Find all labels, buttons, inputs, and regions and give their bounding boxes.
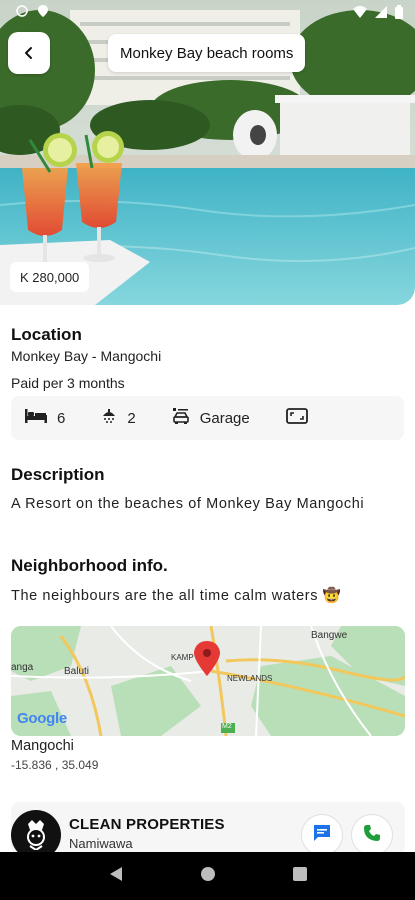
garage-icon bbox=[172, 407, 190, 429]
battery-icon bbox=[395, 5, 403, 19]
payment-period: Paid per 3 months bbox=[11, 375, 125, 391]
description-heading: Description bbox=[11, 465, 105, 484]
feature-bathrooms: 2 bbox=[101, 408, 136, 428]
neighborhood-text: The neighbours are the all time calm wat… bbox=[11, 588, 342, 604]
feature-bedrooms-value: 6 bbox=[57, 409, 66, 427]
agent-location: Namiwawa bbox=[69, 836, 133, 851]
home-nav-icon[interactable] bbox=[200, 866, 216, 887]
page-title: Monkey Bay beach rooms bbox=[108, 34, 306, 72]
feature-bathrooms-value: 2 bbox=[127, 409, 136, 427]
chevron-left-icon bbox=[22, 46, 36, 60]
map-label-anga: anga bbox=[11, 662, 34, 673]
bed-icon bbox=[25, 409, 47, 427]
shower-icon bbox=[101, 408, 117, 428]
description-text: A Resort on the beaches of Monkey Bay Ma… bbox=[11, 496, 365, 512]
recents-nav-icon[interactable] bbox=[292, 866, 307, 886]
chat-icon bbox=[312, 823, 332, 848]
agent-card: CLEAN PROPERTIES Namiwawa bbox=[0, 802, 415, 860]
phone-icon bbox=[363, 824, 381, 847]
hero-image: Monkey Bay beach rooms K 280,000 bbox=[0, 0, 415, 305]
feature-area bbox=[285, 408, 308, 428]
system-nav-bar bbox=[0, 852, 415, 900]
back-nav-icon[interactable] bbox=[109, 866, 123, 887]
location-map[interactable]: Bangwe anga Baluti KAMP NEWLANDS M2 Goog… bbox=[11, 626, 405, 736]
back-button[interactable] bbox=[8, 32, 50, 74]
feature-garage: Garage bbox=[172, 407, 250, 429]
google-logo: Google bbox=[17, 710, 67, 727]
message-button[interactable] bbox=[301, 814, 343, 856]
area-icon bbox=[285, 408, 308, 428]
location-status-icon bbox=[38, 5, 48, 17]
location-heading: Location bbox=[11, 325, 82, 344]
map-label-kamp: KAMP bbox=[171, 653, 194, 662]
map-label-bangwe: Bangwe bbox=[311, 630, 348, 641]
map-place-name: Mangochi bbox=[11, 738, 74, 754]
neighborhood-heading: Neighborhood info. bbox=[11, 556, 168, 575]
map-label-newlands: NEWLANDS bbox=[227, 674, 273, 683]
feature-garage-value: Garage bbox=[199, 409, 250, 427]
map-label-m2: M2 bbox=[222, 723, 232, 730]
agent-name: CLEAN PROPERTIES bbox=[69, 816, 225, 833]
notification-icon bbox=[16, 5, 28, 17]
signal-icon bbox=[375, 6, 387, 18]
map-coordinates: -15.836 , 35.049 bbox=[11, 758, 99, 772]
map-label-baluti: Baluti bbox=[64, 666, 90, 677]
wifi-icon bbox=[353, 6, 367, 18]
call-button[interactable] bbox=[351, 814, 393, 856]
status-bar bbox=[0, 0, 415, 26]
feature-bedrooms: 6 bbox=[25, 409, 65, 427]
location-address: Monkey Bay - Mangochi bbox=[11, 348, 162, 364]
features-bar: 6 2 Garage bbox=[11, 396, 404, 440]
price-badge: K 280,000 bbox=[10, 262, 90, 292]
